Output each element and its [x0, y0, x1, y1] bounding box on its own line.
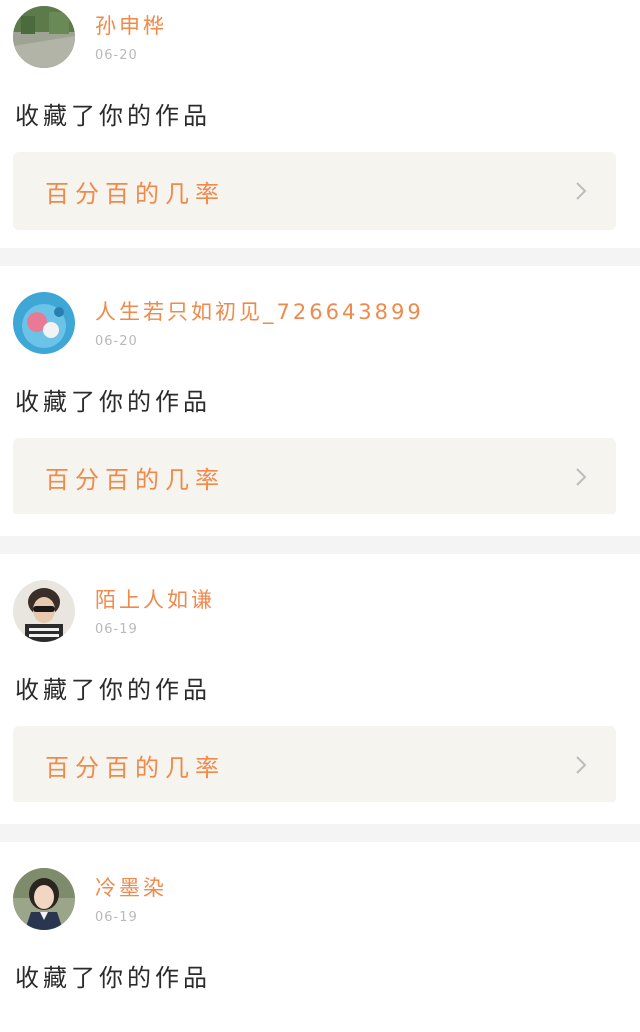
username[interactable]: 孙申桦 [95, 12, 167, 40]
notification-card: 冷墨染 06-19 收藏了你的作品 [0, 842, 640, 1032]
work-link[interactable]: 百分百的几率 [13, 438, 616, 514]
work-title: 百分百的几率 [45, 753, 225, 782]
work-title: 百分百的几率 [45, 465, 225, 494]
notification-card: 人生若只如初见_726643899 06-20 收藏了你的作品 百分百的几率 [0, 266, 640, 514]
avatar-girl-uniform-icon [13, 868, 75, 930]
avatar-man-sunglasses-icon [13, 580, 75, 642]
user-meta: 孙申桦 06-20 [95, 6, 167, 63]
work-link[interactable]: 百分百的几率 [13, 152, 616, 230]
card-separator [0, 824, 640, 842]
action-text: 收藏了你的作品 [15, 964, 211, 992]
username[interactable]: 陌上人如谦 [95, 586, 215, 614]
timestamp: 06-20 [95, 334, 138, 349]
action-text: 收藏了你的作品 [15, 102, 211, 130]
notification-header: 孙申桦 06-20 [13, 6, 167, 70]
notification-header: 陌上人如谦 06-19 [13, 580, 215, 644]
username[interactable]: 冷墨染 [95, 874, 167, 902]
work-link[interactable]: 百分百的几率 [13, 726, 616, 802]
user-meta: 陌上人如谦 06-19 [95, 580, 215, 637]
notification-header: 冷墨染 06-19 [13, 868, 167, 932]
avatar[interactable] [13, 580, 75, 642]
chevron-right-icon [576, 468, 587, 486]
card-separator [0, 536, 640, 554]
notification-header: 人生若只如初见_726643899 06-20 [13, 292, 424, 356]
avatar[interactable] [13, 292, 75, 354]
chevron-right-icon [576, 756, 587, 774]
user-meta: 冷墨染 06-19 [95, 868, 167, 925]
timestamp: 06-20 [95, 48, 138, 63]
notification-feed: 孙申桦 06-20 收藏了你的作品 百分百的几率 人生若只如初见_7266438… [0, 0, 640, 1032]
chevron-right-icon [576, 182, 587, 200]
action-text: 收藏了你的作品 [15, 388, 211, 416]
timestamp: 06-19 [95, 910, 138, 925]
avatar-outdoor-photo-icon [13, 6, 75, 68]
avatar-blue-cartoon-icon [13, 292, 75, 354]
avatar[interactable] [13, 868, 75, 930]
user-meta: 人生若只如初见_726643899 06-20 [95, 292, 424, 349]
timestamp: 06-19 [95, 622, 138, 637]
action-text: 收藏了你的作品 [15, 676, 211, 704]
notification-card: 孙申桦 06-20 收藏了你的作品 百分百的几率 [0, 0, 640, 248]
avatar[interactable] [13, 6, 75, 68]
notification-card: 陌上人如谦 06-19 收藏了你的作品 百分百的几率 [0, 554, 640, 802]
card-separator [0, 248, 640, 266]
username[interactable]: 人生若只如初见_726643899 [95, 298, 424, 326]
work-title: 百分百的几率 [45, 179, 225, 208]
